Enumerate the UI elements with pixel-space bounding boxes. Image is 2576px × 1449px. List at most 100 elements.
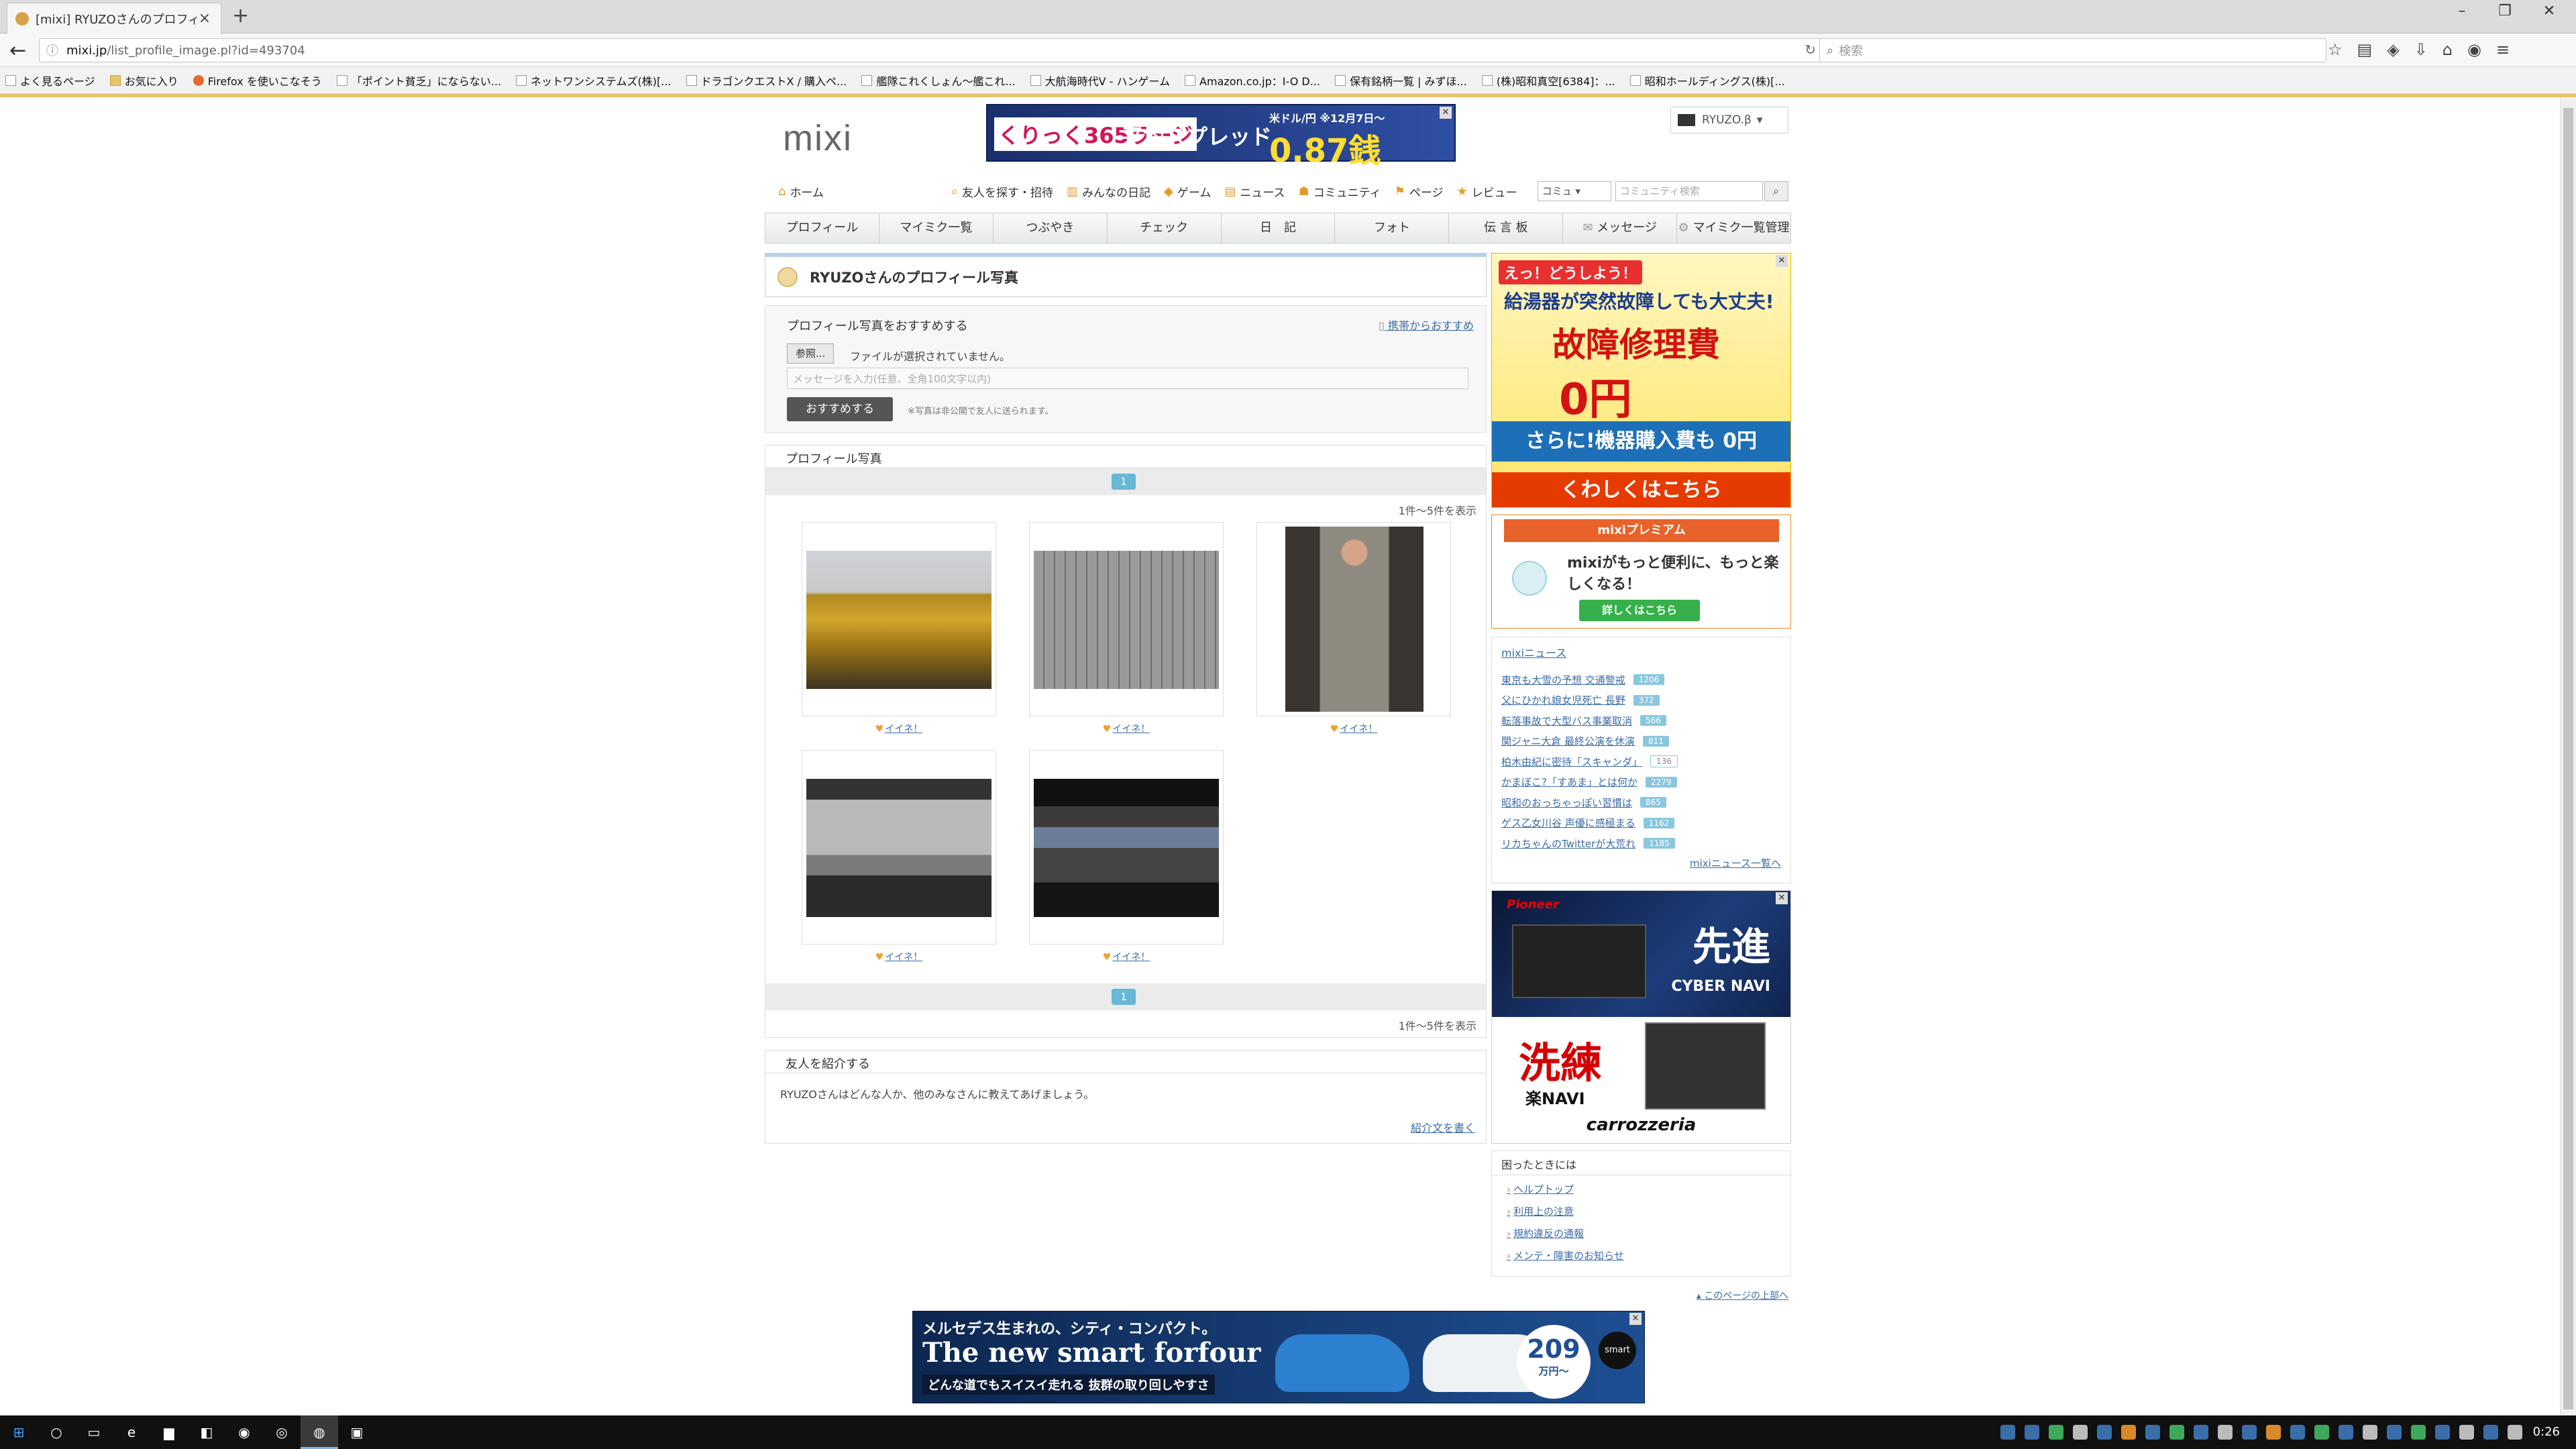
tray-icon[interactable] bbox=[2339, 1425, 2353, 1440]
bookmark-item[interactable]: ドラゴンクエストX / 購入ペ... bbox=[686, 72, 847, 89]
tray-icon[interactable] bbox=[2363, 1425, 2377, 1440]
like-link[interactable]: ♥ イイネ！ bbox=[1029, 950, 1224, 963]
home-icon[interactable]: ⌂ bbox=[2443, 40, 2453, 59]
cortana-icon[interactable]: ○ bbox=[38, 1415, 75, 1449]
back-to-top-link[interactable]: ▴ このページの上部へ bbox=[1697, 1289, 1788, 1302]
page-number-button[interactable]: 1 bbox=[1112, 989, 1136, 1005]
close-tab-icon[interactable]: × bbox=[197, 10, 213, 27]
like-link[interactable]: ♥ イイネ！ bbox=[1256, 722, 1451, 735]
tab-tsubuyaki[interactable]: つぶやき bbox=[994, 213, 1108, 243]
restore-icon[interactable]: ❐ bbox=[2485, 3, 2525, 19]
nav-news[interactable]: ▤ ニュース bbox=[1224, 183, 1285, 200]
url-bar[interactable]: ⓘ mixi.jp /list_profile_image.pl?id=4937… bbox=[39, 38, 1823, 62]
bookmark-item[interactable]: Firefox を使いこなそう bbox=[193, 72, 322, 89]
download-icon[interactable]: ⇩ bbox=[2414, 40, 2428, 59]
community-search-input[interactable]: コミュニティ検索 bbox=[1615, 181, 1763, 201]
news-more-link[interactable]: mixiニュース一覧へ bbox=[1690, 856, 1781, 870]
photo-cell[interactable] bbox=[1029, 750, 1224, 945]
tab-message[interactable]: ✉ メッセージ bbox=[1563, 213, 1678, 243]
photo-cell[interactable] bbox=[802, 750, 996, 945]
photo-cell[interactable] bbox=[1256, 522, 1451, 716]
news-item[interactable]: 柏木由紀に密待「スキャンダ」 136 bbox=[1501, 751, 1783, 772]
edge-icon[interactable]: e bbox=[113, 1415, 150, 1449]
recommend-submit-button[interactable]: おすすめする bbox=[787, 397, 893, 421]
news-item[interactable]: 昭和のおっちゃっぽい習慣は 865 bbox=[1501, 792, 1783, 813]
like-link[interactable]: ♥ イイネ！ bbox=[1029, 722, 1224, 735]
help-link[interactable]: › 規約違反の通報 bbox=[1507, 1226, 1624, 1248]
tab-mymixi-manage[interactable]: ⚙ マイミク一覧管理 bbox=[1677, 213, 1790, 243]
back-arrow-icon[interactable]: ← bbox=[9, 39, 26, 62]
tray-icon[interactable] bbox=[2314, 1425, 2329, 1440]
tray-icon[interactable] bbox=[2025, 1425, 2039, 1440]
user-menu[interactable]: RYUZO.β ▾ bbox=[1670, 107, 1788, 133]
bookmark-star-icon[interactable]: ☆ bbox=[2328, 40, 2343, 59]
store-icon[interactable]: ◧ bbox=[188, 1415, 225, 1449]
news-item[interactable]: 関ジャニ大倉 最終公演を休演 811 bbox=[1501, 731, 1783, 752]
message-input[interactable]: メッセージを入力(任意、全角100文字以内) bbox=[787, 368, 1468, 389]
bookmark-item[interactable]: ネットワンシステムズ(株)[... bbox=[516, 72, 672, 89]
chat-icon[interactable]: ◉ bbox=[2467, 40, 2481, 59]
nav-game[interactable]: ◆ ゲーム bbox=[1164, 183, 1211, 200]
help-link[interactable]: › メンテ・障害のお知らせ bbox=[1507, 1248, 1624, 1271]
tray-icon[interactable] bbox=[2049, 1425, 2063, 1440]
photo-av-amp-rack[interactable] bbox=[806, 779, 991, 917]
bookmark-item[interactable]: 大航海時代Ⅴ - ハンゲーム bbox=[1030, 72, 1170, 89]
like-link[interactable]: ♥ イイネ！ bbox=[802, 950, 996, 963]
write-intro-link[interactable]: 紹介文を書く bbox=[1411, 1119, 1475, 1135]
nav-home[interactable]: ⌂ ホーム bbox=[778, 183, 824, 200]
tray-icon[interactable] bbox=[2435, 1425, 2450, 1440]
nav-diary[interactable]: ▥ みんなの日記 bbox=[1067, 183, 1150, 200]
news-item[interactable]: 転落事故で大型バス事業取消 566 bbox=[1501, 710, 1783, 731]
tray-icon[interactable] bbox=[2508, 1425, 2522, 1440]
photo-av-amp[interactable] bbox=[1034, 779, 1219, 917]
news-item[interactable]: 父にひかれ娘女児死亡 長野 372 bbox=[1501, 690, 1783, 711]
bookmark-item[interactable]: 艦隊これくしょん～艦これ... bbox=[861, 72, 1016, 89]
minimize-icon[interactable]: – bbox=[2442, 3, 2482, 19]
ad-close-icon[interactable]: ✕ bbox=[1776, 255, 1788, 267]
photo-beer-cans[interactable] bbox=[806, 551, 991, 689]
nav-review[interactable]: ★ レビュー bbox=[1457, 183, 1517, 200]
ad-close-icon[interactable]: ✕ bbox=[1776, 892, 1788, 904]
nav-find-friends[interactable]: ⌕ 友人を探す・招待 bbox=[951, 183, 1053, 200]
bookmark-item[interactable]: よく見るページ bbox=[5, 72, 95, 89]
boiler-ad[interactable]: えっ！どうしよう！ 給湯器が突然故障しても大丈夫! 故障修理費 0円 さらに!機… bbox=[1491, 253, 1791, 508]
tray-icon[interactable] bbox=[2242, 1425, 2257, 1440]
tab-diary[interactable]: 日 記 bbox=[1222, 213, 1336, 243]
browser-tab[interactable]: [mixi] RYUZOさんのプロフィー... × bbox=[7, 3, 221, 34]
tray-icon[interactable] bbox=[2483, 1425, 2498, 1440]
tray-icon[interactable] bbox=[2145, 1425, 2160, 1440]
bookmark-item[interactable]: Amazon.co.jp：I-O D... bbox=[1185, 72, 1320, 89]
news-heading[interactable]: mixiニュース bbox=[1501, 644, 1566, 660]
new-tab-icon[interactable]: + bbox=[232, 4, 249, 28]
page-scrollbar[interactable] bbox=[2560, 97, 2576, 1415]
ad-cta[interactable]: くわしくはこちら bbox=[1492, 472, 1790, 507]
explorer-icon[interactable]: ▆ bbox=[150, 1415, 188, 1449]
tab-mymixi[interactable]: マイミク一覧 bbox=[879, 213, 994, 243]
mixi-premium-box[interactable]: mixiプレミアム mixiがもっと便利に、もっと楽しくなる！ 詳しくはこちら bbox=[1491, 515, 1791, 629]
app-icon[interactable]: ▣ bbox=[338, 1415, 376, 1449]
tray-icon[interactable] bbox=[2194, 1425, 2208, 1440]
bookmark-item[interactable]: お気に入り bbox=[109, 72, 178, 89]
site-info-icon[interactable]: ⓘ bbox=[46, 42, 58, 59]
bookmark-item[interactable]: 昭和ホールディングス(株)[... bbox=[1629, 72, 1785, 89]
menu-icon[interactable]: ≡ bbox=[2496, 40, 2510, 59]
mobile-recommend-link[interactable]: ▯ 携帯からおすすめ bbox=[1379, 317, 1474, 333]
premium-details-button[interactable]: 詳しくはこちら bbox=[1579, 600, 1700, 621]
pocket-icon[interactable]: ◈ bbox=[2387, 40, 2399, 59]
reload-icon[interactable]: ↻ bbox=[1805, 42, 1816, 58]
ad-close-icon[interactable]: ✕ bbox=[1440, 107, 1452, 119]
tray-icon[interactable] bbox=[2411, 1425, 2426, 1440]
reading-list-icon[interactable]: ▤ bbox=[2357, 40, 2373, 59]
task-view-icon[interactable]: ▭ bbox=[75, 1415, 113, 1449]
close-window-icon[interactable]: ✕ bbox=[2529, 3, 2569, 19]
photo-cell[interactable] bbox=[802, 522, 996, 716]
bookmark-item[interactable]: 保有銘柄一覧 | みずほ... bbox=[1334, 72, 1467, 89]
scrollbar-thumb[interactable] bbox=[2563, 108, 2573, 1409]
smart-car-ad[interactable]: メルセデス生まれの、シティ・コンパクト。 The new smart forfo… bbox=[912, 1311, 1645, 1403]
tray-icon[interactable] bbox=[2218, 1425, 2233, 1440]
file-browse-button[interactable]: 参照... bbox=[787, 343, 835, 364]
bookmark-item[interactable]: (株)昭和真空[6384]：... bbox=[1481, 72, 1615, 89]
search-scope-select[interactable]: コミュ ▾ bbox=[1537, 181, 1611, 201]
news-item[interactable]: かまぼこ?「すあま」とは何か 2279 bbox=[1501, 772, 1783, 793]
photo-cell[interactable] bbox=[1029, 522, 1224, 716]
